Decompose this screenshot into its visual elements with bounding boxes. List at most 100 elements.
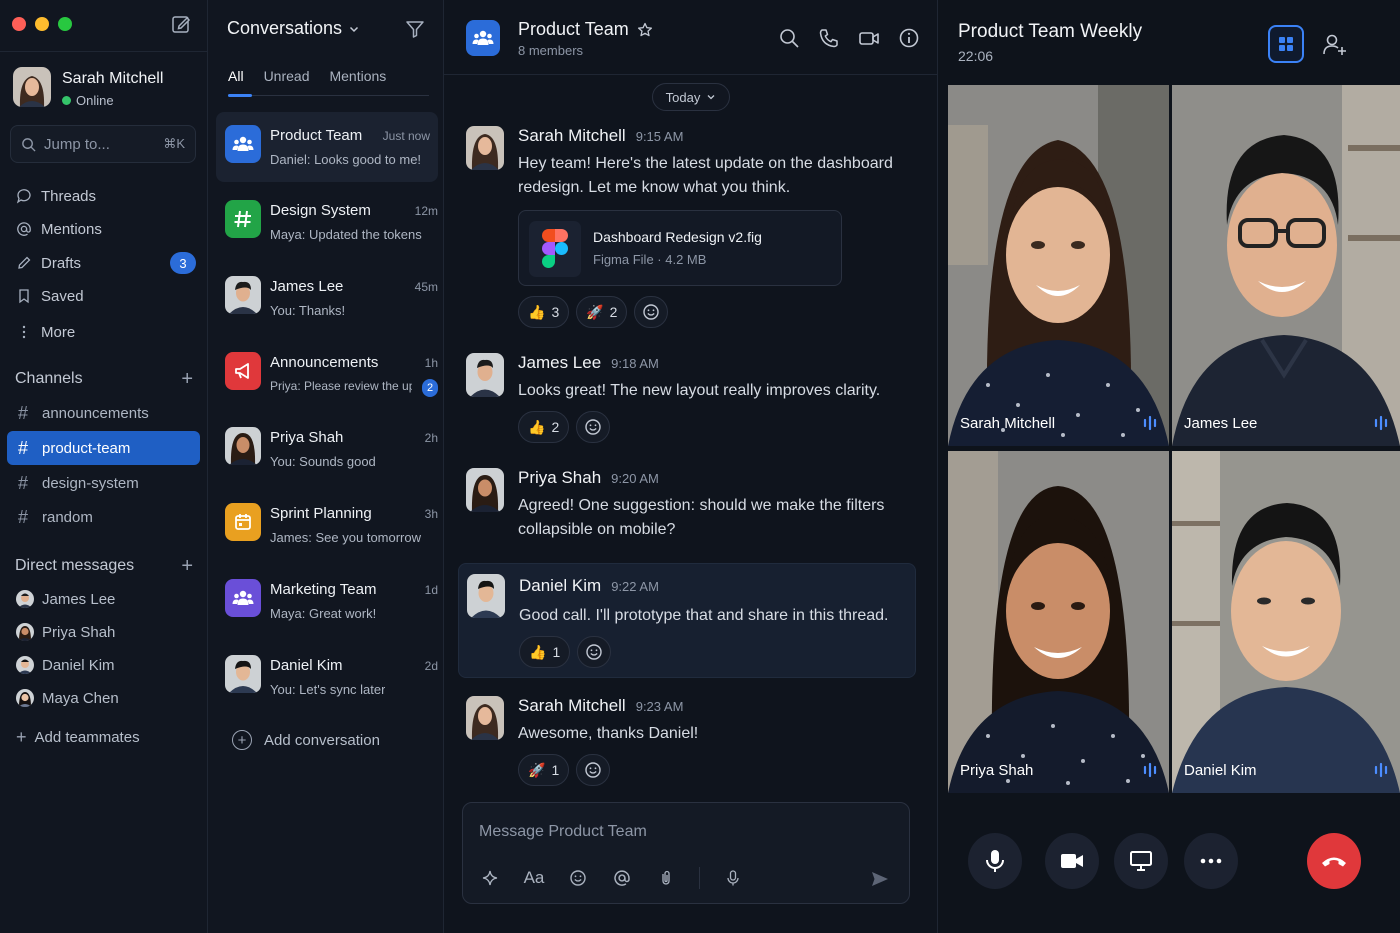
avatar[interactable] [467, 574, 505, 618]
send-icon[interactable] [869, 868, 891, 890]
conversation-preview: Maya: Great work! [270, 606, 377, 621]
conversation-time: 45m [414, 280, 438, 294]
channel-product-team[interactable]: # product-team [7, 431, 200, 465]
avatar[interactable] [466, 696, 504, 740]
dm-daniel-kim[interactable]: Daniel Kim [16, 654, 115, 676]
chat-title-row: Product Team [518, 19, 653, 40]
avatar[interactable] [13, 67, 51, 107]
add-channel-icon[interactable]: + [181, 369, 193, 389]
video-tile-daniel-kim[interactable]: Daniel Kim [1172, 451, 1400, 793]
tab-mentions[interactable]: Mentions [329, 68, 386, 84]
end-call-button[interactable] [1307, 833, 1361, 889]
nav-saved[interactable]: Saved [16, 284, 196, 308]
star-icon[interactable] [637, 22, 653, 38]
info-icon[interactable] [898, 27, 920, 49]
avatar[interactable] [466, 468, 504, 512]
mention-icon[interactable] [611, 867, 633, 889]
conversations-dropdown[interactable]: Conversations [227, 18, 360, 39]
reactions: 🚀 1 [518, 754, 611, 786]
conversation-item-announcements[interactable]: Announcements 1h Priya: Please review th… [216, 339, 438, 409]
message-text: Awesome, thanks Daniel! [518, 725, 699, 742]
calendar-icon [225, 503, 261, 541]
video-tile-priya-shah[interactable]: Priya Shah [948, 451, 1169, 793]
date-divider-dropdown[interactable]: Today [652, 83, 730, 111]
message-author-row: Sarah Mitchell 9:23 AM [518, 696, 683, 716]
conversation-item-daniel-kim[interactable]: Daniel Kim 2d You: Let's sync later [216, 642, 438, 712]
sparkle-icon[interactable] [479, 867, 501, 889]
chat-actions [778, 27, 920, 49]
format-text-button[interactable]: Aa [523, 867, 545, 889]
camera-button[interactable] [1045, 833, 1099, 889]
add-reaction-button[interactable] [577, 636, 612, 668]
tab-all[interactable]: All [228, 68, 244, 84]
conversation-item-product-team[interactable]: Product Team Just now Daniel: Looks good… [216, 112, 438, 182]
nav-drafts[interactable]: Drafts 3 [16, 251, 196, 275]
avatar[interactable] [466, 353, 504, 397]
nav-more[interactable]: More [16, 320, 196, 344]
message-author[interactable]: Priya Shah [518, 468, 601, 487]
phone-icon[interactable] [818, 27, 840, 49]
attachment-icon[interactable] [655, 867, 677, 889]
nav-threads[interactable]: Threads [16, 184, 196, 208]
tab-unread[interactable]: Unread [264, 68, 310, 84]
video-tile-james-lee[interactable]: James Lee [1172, 85, 1400, 446]
message-author[interactable]: Sarah Mitchell [518, 696, 626, 715]
jump-to-search[interactable]: Jump to... ⌘K [10, 125, 196, 163]
add-reaction-button[interactable] [576, 754, 611, 786]
add-dm-icon[interactable]: + [181, 556, 193, 576]
video-icon[interactable] [858, 27, 880, 49]
filter-icon[interactable] [405, 19, 425, 39]
dm-label: Priya Shah [42, 623, 116, 641]
dm-priya-shah[interactable]: Priya Shah [16, 621, 115, 643]
user-status[interactable]: Online [62, 93, 114, 108]
conversation-item-marketing-team[interactable]: Marketing Team 1d Maya: Great work! [216, 566, 438, 636]
reaction-thumbs-up[interactable]: 👍 2 [518, 411, 570, 443]
screen-share-button[interactable] [1114, 833, 1168, 889]
more-options-button[interactable] [1184, 833, 1238, 889]
mute-button[interactable] [968, 833, 1022, 889]
reaction-thumbs-up[interactable]: 👍 3 [518, 296, 570, 328]
message-author-row: Priya Shah 9:20 AM [518, 468, 659, 488]
file-meta: Figma File · 4.2 MB [593, 252, 707, 267]
maximize-window-button[interactable] [58, 17, 72, 31]
conversation-item-priya-shah[interactable]: Priya Shah 2h You: Sounds good [216, 414, 438, 484]
channel-design-system[interactable]: # design-system [7, 466, 200, 500]
add-reaction-button[interactable] [576, 411, 611, 443]
channel-announcements[interactable]: # announcements [7, 396, 200, 430]
video-tile-sarah-mitchell[interactable]: Sarah Mitchell [948, 85, 1169, 446]
file-attachment[interactable]: Dashboard Redesign v2.fig Figma File · 4… [518, 210, 842, 286]
channel-random[interactable]: # random [7, 500, 200, 534]
conversation-item-james-lee[interactable]: James Lee 45m You: Thanks! [216, 263, 438, 333]
compose-icon[interactable] [171, 14, 191, 34]
channels-header[interactable]: Channels + [15, 369, 193, 389]
call-title: Product Team Weekly [958, 21, 1143, 42]
grid-view-button[interactable] [1268, 25, 1304, 63]
message-author[interactable]: James Lee [518, 353, 601, 372]
dms-header[interactable]: Direct messages + [15, 556, 193, 576]
search-icon[interactable] [778, 27, 800, 49]
dm-james-lee[interactable]: James Lee [16, 588, 115, 610]
conversation-time: 1h [424, 356, 438, 370]
conversation-item-design-system[interactable]: Design System 12m Maya: Updated the toke… [216, 187, 438, 257]
nav-mentions[interactable]: Mentions [16, 217, 196, 241]
avatar[interactable] [466, 126, 504, 170]
message-composer[interactable]: Message Product Team Aa [462, 802, 910, 904]
message-author[interactable]: Daniel Kim [519, 576, 601, 595]
add-participant-icon[interactable] [1322, 32, 1348, 58]
reaction-thumbs-up[interactable]: 👍 1 [519, 636, 571, 668]
add-reaction-button[interactable] [634, 296, 669, 328]
dm-maya-chen[interactable]: Maya Chen [16, 687, 119, 709]
emoji-icon[interactable] [567, 867, 589, 889]
add-teammates-button[interactable]: + Add teammates [16, 726, 140, 748]
reaction-rocket[interactable]: 🚀 1 [518, 754, 570, 786]
avatar [16, 623, 34, 641]
reaction-rocket[interactable]: 🚀 2 [576, 296, 628, 328]
microphone-icon[interactable] [722, 867, 744, 889]
add-conversation-button[interactable]: + Add conversation [232, 730, 380, 750]
message-author[interactable]: Sarah Mitchell [518, 126, 626, 145]
conversation-item-sprint-planning[interactable]: Sprint Planning 3h James: See you tomorr… [216, 490, 438, 560]
user-name: Sarah Mitchell [62, 70, 164, 87]
minimize-window-button[interactable] [35, 17, 49, 31]
close-window-button[interactable] [12, 17, 26, 31]
member-count[interactable]: 8 members [518, 43, 583, 58]
